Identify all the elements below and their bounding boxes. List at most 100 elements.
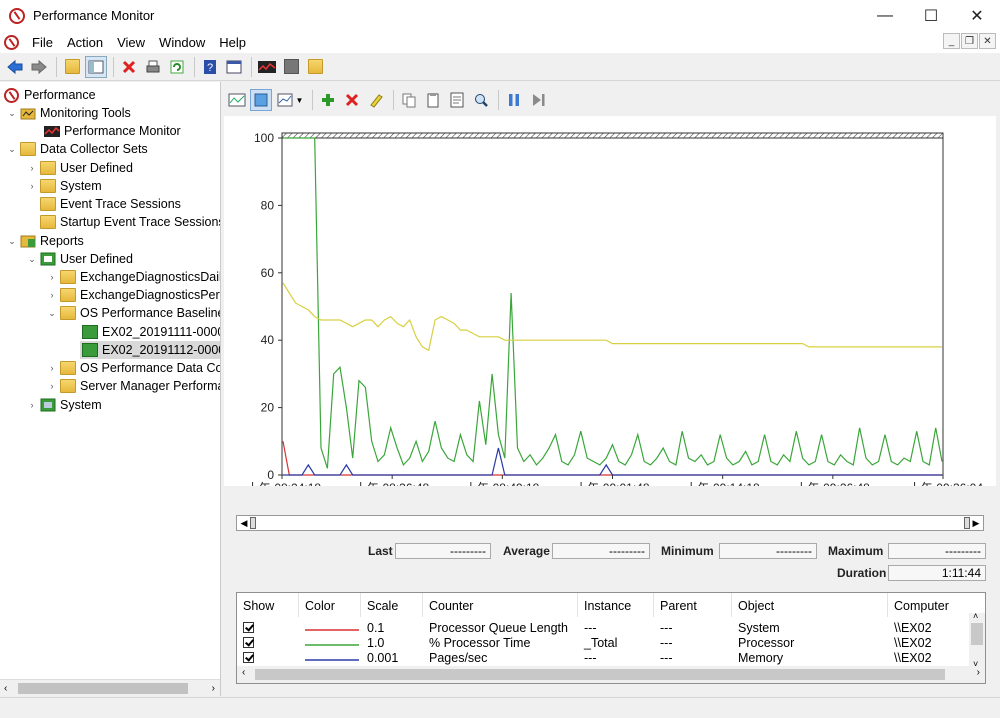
expand-chevron-icon[interactable]: › (26, 163, 38, 173)
back-button[interactable] (4, 56, 26, 78)
step-forward-icon (533, 94, 545, 106)
menu-file[interactable]: File (25, 35, 60, 50)
tree-item-system[interactable]: › System (26, 177, 102, 195)
tree-item-exchange-diagnostics-daily[interactable]: › ExchangeDiagnosticsDail (46, 268, 220, 286)
show-hide-tree-button[interactable] (85, 55, 107, 78)
tree-item-performance[interactable]: Performance (4, 86, 96, 104)
zoom-button[interactable] (470, 89, 492, 111)
tree-item-server-manager-performance[interactable]: › Server Manager Performa (46, 377, 220, 395)
show-checkbox[interactable] (243, 622, 254, 633)
legend-vertical-scrollbar[interactable]: ˄ ˅ (969, 611, 985, 669)
close-button[interactable]: ✕ (954, 0, 1000, 31)
print-button[interactable] (142, 56, 164, 78)
scroll-up-icon[interactable]: ˄ (973, 611, 978, 621)
system-menu-icon[interactable] (4, 34, 19, 50)
collapse-chevron-icon[interactable]: ⌄ (6, 144, 18, 155)
menu-action[interactable]: Action (60, 35, 110, 50)
show-checkbox[interactable] (243, 637, 254, 648)
minimize-button[interactable]: — (862, 0, 908, 31)
scroll-left-icon[interactable]: ‹ (242, 667, 245, 678)
tree-horizontal-scrollbar[interactable]: ‹ › (0, 679, 220, 696)
maximize-button[interactable]: ☐ (908, 0, 954, 31)
column-parent[interactable]: Parent (654, 593, 732, 617)
scroll-right-icon[interactable]: › (212, 683, 215, 694)
column-counter[interactable]: Counter (423, 593, 578, 617)
stop-button[interactable] (280, 56, 302, 78)
tree-item-performance-monitor[interactable]: Performance Monitor (42, 122, 181, 140)
expand-chevron-icon[interactable]: › (46, 290, 58, 300)
add-counter-button[interactable] (317, 89, 339, 111)
tree-item-exchange-diagnostics-perf[interactable]: › ExchangeDiagnosticsPerf (46, 286, 220, 304)
x-tick-label: 上午 09:14:18 (686, 481, 760, 486)
range-start-handle[interactable] (250, 517, 256, 529)
paste-counter-list-button[interactable] (422, 89, 444, 111)
range-right-arrow-icon[interactable]: ▶ (969, 516, 983, 530)
legend-row[interactable]: 0.1 Processor Queue Length --- --- Syste… (237, 620, 971, 635)
delete-button[interactable] (118, 56, 140, 78)
up-folder-button[interactable] (61, 56, 83, 78)
tree-item-reports-system[interactable]: › System (26, 396, 102, 414)
graph-type-icon (277, 93, 293, 107)
change-graph-type-button[interactable]: ▼ (274, 89, 306, 111)
tree-item-reports[interactable]: ⌄ Reports (6, 232, 84, 250)
mdi-close-button[interactable]: ✕ (979, 33, 996, 49)
scroll-right-icon[interactable]: › (977, 667, 980, 678)
collapse-chevron-icon[interactable]: ⌄ (6, 236, 18, 247)
freeze-display-button[interactable] (503, 89, 525, 111)
menu-view[interactable]: View (110, 35, 152, 50)
expand-chevron-icon[interactable]: › (46, 381, 58, 391)
scroll-thumb[interactable] (255, 669, 945, 680)
menu-help[interactable]: Help (212, 35, 253, 50)
expand-chevron-icon[interactable]: › (46, 363, 58, 373)
delete-counter-button[interactable] (341, 89, 363, 111)
properties-button[interactable] (446, 89, 468, 111)
column-scale[interactable]: Scale (361, 593, 423, 617)
tree-item-monitoring-tools[interactable]: ⌄ Monitoring Tools (6, 104, 131, 122)
forward-button[interactable] (28, 56, 50, 78)
scroll-thumb[interactable] (971, 623, 983, 645)
scroll-thumb[interactable] (18, 683, 188, 694)
expand-chevron-icon[interactable]: › (26, 181, 38, 191)
tree-item-event-trace-sessions[interactable]: Event Trace Sessions (38, 195, 181, 213)
help-button[interactable]: ? (199, 56, 221, 78)
properties-button[interactable] (223, 56, 245, 78)
tree-item-user-defined[interactable]: › User Defined (26, 159, 133, 177)
folder-icon (307, 59, 323, 74)
mdi-restore-button[interactable]: ❐ (961, 33, 978, 49)
report-user-defined-icon (40, 252, 56, 266)
legend-row[interactable]: 1.0 % Processor Time _Total --- Processo… (237, 635, 971, 650)
show-checkbox[interactable] (243, 652, 254, 663)
update-data-button[interactable] (527, 89, 549, 111)
tree-item-report-20191112[interactable]: EX02_20191112-00000 (80, 341, 220, 359)
time-range-slider[interactable]: ◀ ▶ (236, 515, 984, 531)
column-object[interactable]: Object (732, 593, 888, 617)
tree-item-os-performance-data[interactable]: › OS Performance Data Co (46, 359, 220, 377)
menu-window[interactable]: Window (152, 35, 212, 50)
expand-chevron-icon[interactable]: › (46, 272, 58, 282)
column-color[interactable]: Color (299, 593, 361, 617)
tree-item-os-performance-baseline[interactable]: ⌄ OS Performance Baseline (46, 304, 220, 322)
perfmon-view-button[interactable] (256, 56, 278, 78)
tree-item-data-collector-sets[interactable]: ⌄ Data Collector Sets (6, 140, 148, 158)
collapse-chevron-icon[interactable]: ⌄ (26, 254, 38, 265)
copy-properties-button[interactable] (398, 89, 420, 111)
collapse-chevron-icon[interactable]: ⌄ (6, 108, 18, 119)
open-folder-button[interactable] (304, 56, 326, 78)
mdi-minimize-button[interactable]: _ (943, 33, 960, 49)
legend-row[interactable]: 0.001 Pages/sec --- --- Memory \\EX02 (237, 650, 971, 665)
range-left-arrow-icon[interactable]: ◀ (237, 516, 251, 530)
highlight-button[interactable] (365, 89, 387, 111)
column-computer[interactable]: Computer (888, 593, 971, 617)
tree-item-reports-user-defined[interactable]: ⌄ User Defined (26, 250, 133, 268)
column-show[interactable]: Show (237, 593, 299, 617)
scroll-left-icon[interactable]: ‹ (4, 683, 7, 694)
collapse-chevron-icon[interactable]: ⌄ (46, 308, 58, 319)
column-instance[interactable]: Instance (578, 593, 654, 617)
view-current-activity-button[interactable] (226, 89, 248, 111)
tree-item-report-20191111[interactable]: EX02_20191111-00000 (80, 323, 220, 341)
legend-horizontal-scrollbar[interactable]: ‹ › (237, 666, 985, 683)
refresh-button[interactable] (166, 56, 188, 78)
view-log-data-button[interactable] (250, 89, 272, 111)
tree-item-startup-event-trace-sessions[interactable]: Startup Event Trace Sessions (38, 213, 220, 231)
expand-chevron-icon[interactable]: › (26, 400, 38, 410)
